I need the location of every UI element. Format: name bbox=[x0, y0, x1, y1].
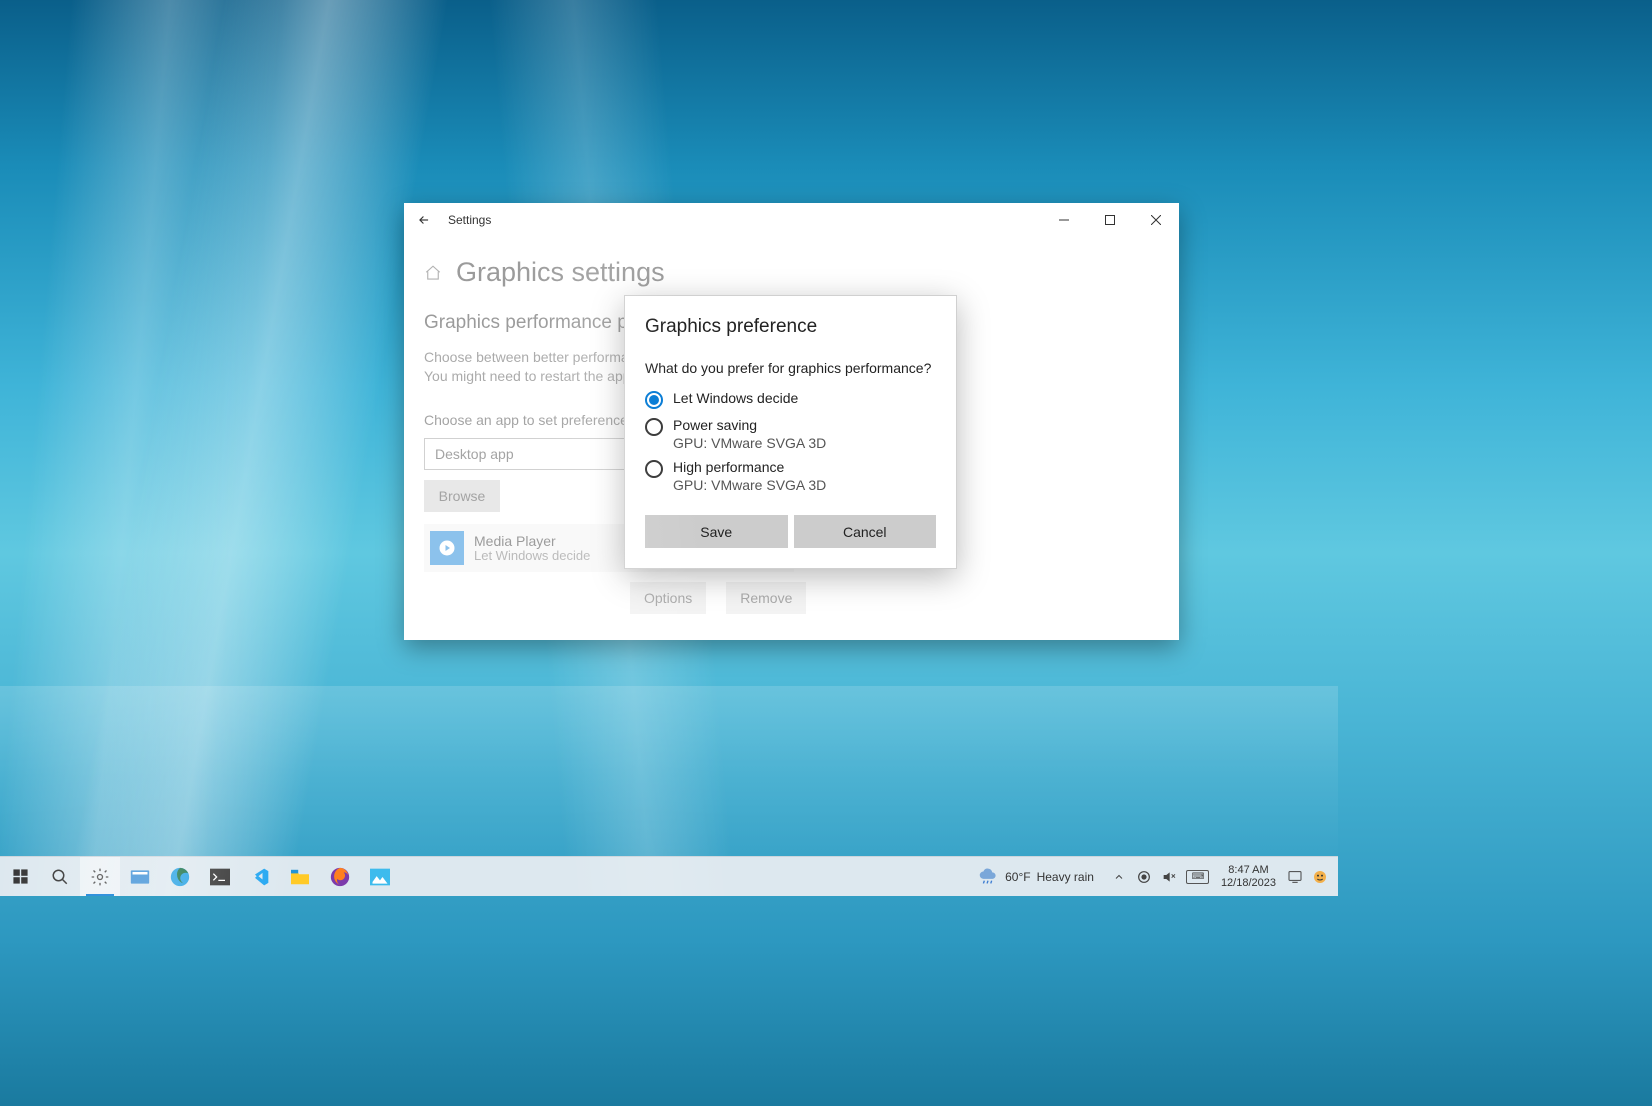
weather-icon bbox=[977, 866, 999, 888]
tray-chevron-up-icon[interactable] bbox=[1109, 857, 1129, 897]
radio-high-performance[interactable]: High performance GPU: VMware SVGA 3D bbox=[645, 459, 936, 493]
radio-indicator-icon bbox=[645, 391, 663, 409]
radio-group: Let Windows decide Power saving GPU: VMw… bbox=[645, 390, 936, 493]
start-button[interactable] bbox=[0, 857, 40, 896]
radio-label: High performance bbox=[673, 459, 826, 475]
taskbar-app-edge[interactable] bbox=[160, 857, 200, 896]
taskbar-app-explorer[interactable] bbox=[280, 857, 320, 896]
tray-meet-now-icon[interactable] bbox=[1134, 857, 1154, 897]
media-player-icon bbox=[430, 531, 464, 565]
tray-notifications-icon[interactable] bbox=[1285, 857, 1305, 897]
cancel-button[interactable]: Cancel bbox=[794, 515, 937, 548]
close-button[interactable] bbox=[1133, 203, 1179, 237]
tray-volume-muted-icon[interactable] bbox=[1159, 857, 1179, 897]
section-title: Graphics performance preference bbox=[424, 312, 1159, 334]
back-button[interactable] bbox=[404, 203, 444, 237]
clock-time: 8:47 AM bbox=[1228, 864, 1268, 877]
minimize-button[interactable] bbox=[1041, 203, 1087, 237]
search-button[interactable] bbox=[40, 857, 80, 896]
taskbar-app-terminal[interactable] bbox=[200, 857, 240, 896]
app-name: Media Player bbox=[474, 533, 590, 549]
tray-keyboard-icon[interactable]: ⌨ bbox=[1184, 857, 1212, 897]
save-button[interactable]: Save bbox=[645, 515, 788, 548]
graphics-preference-dialog: Graphics preference What do you prefer f… bbox=[624, 295, 957, 569]
tray-app-icon[interactable] bbox=[1310, 857, 1330, 897]
dialog-title: Graphics preference bbox=[645, 316, 936, 338]
radio-sublabel: GPU: VMware SVGA 3D bbox=[673, 477, 826, 493]
app-type-dropdown[interactable]: Desktop app bbox=[424, 438, 724, 470]
taskbar-app-photos[interactable] bbox=[360, 857, 400, 896]
browse-button[interactable]: Browse bbox=[424, 480, 500, 512]
taskbar: 60°F Heavy rain ⌨ 8:47 AM 12/18/2023 bbox=[0, 856, 1338, 896]
window-content: Graphics settings Graphics performance p… bbox=[404, 237, 1179, 634]
modal-backdrop bbox=[404, 237, 1179, 634]
maximize-button[interactable] bbox=[1087, 203, 1133, 237]
radio-indicator-icon bbox=[645, 418, 663, 436]
weather-widget[interactable]: 60°F Heavy rain bbox=[977, 866, 1094, 888]
section-description: Choose between better performance or lon… bbox=[424, 348, 1159, 386]
taskbar-app-settings[interactable] bbox=[80, 857, 120, 896]
taskbar-app-vscode[interactable] bbox=[240, 857, 280, 896]
home-icon[interactable] bbox=[424, 264, 442, 282]
window-title: Settings bbox=[444, 213, 491, 227]
clock-date: 12/18/2023 bbox=[1221, 877, 1276, 890]
choose-app-label: Choose an app to set preference bbox=[424, 412, 1159, 428]
titlebar: Settings bbox=[404, 203, 1179, 237]
clock[interactable]: 8:47 AM 12/18/2023 bbox=[1221, 864, 1276, 889]
dropdown-value: Desktop app bbox=[435, 446, 514, 462]
radio-label: Let Windows decide bbox=[673, 390, 798, 406]
wallpaper-reflection bbox=[0, 686, 1338, 866]
radio-let-windows-decide[interactable]: Let Windows decide bbox=[645, 390, 936, 409]
taskbar-app-firefox[interactable] bbox=[320, 857, 360, 896]
page-title: Graphics settings bbox=[456, 257, 665, 288]
app-preference: Let Windows decide bbox=[474, 548, 590, 563]
remove-button[interactable]: Remove bbox=[726, 582, 806, 614]
weather-temperature: 60°F bbox=[1005, 870, 1030, 884]
radio-sublabel: GPU: VMware SVGA 3D bbox=[673, 435, 826, 451]
dialog-question: What do you prefer for graphics performa… bbox=[645, 360, 936, 376]
settings-window: Settings Graphics settings Graphics perf… bbox=[404, 203, 1179, 640]
radio-indicator-icon bbox=[645, 460, 663, 478]
options-button[interactable]: Options bbox=[630, 582, 706, 614]
weather-condition: Heavy rain bbox=[1037, 870, 1094, 884]
taskbar-app-generic[interactable] bbox=[120, 857, 160, 896]
radio-power-saving[interactable]: Power saving GPU: VMware SVGA 3D bbox=[645, 417, 936, 451]
chevron-down-icon bbox=[701, 448, 713, 460]
radio-label: Power saving bbox=[673, 417, 826, 433]
app-list-item[interactable]: Media Player Let Windows decide bbox=[424, 524, 794, 572]
